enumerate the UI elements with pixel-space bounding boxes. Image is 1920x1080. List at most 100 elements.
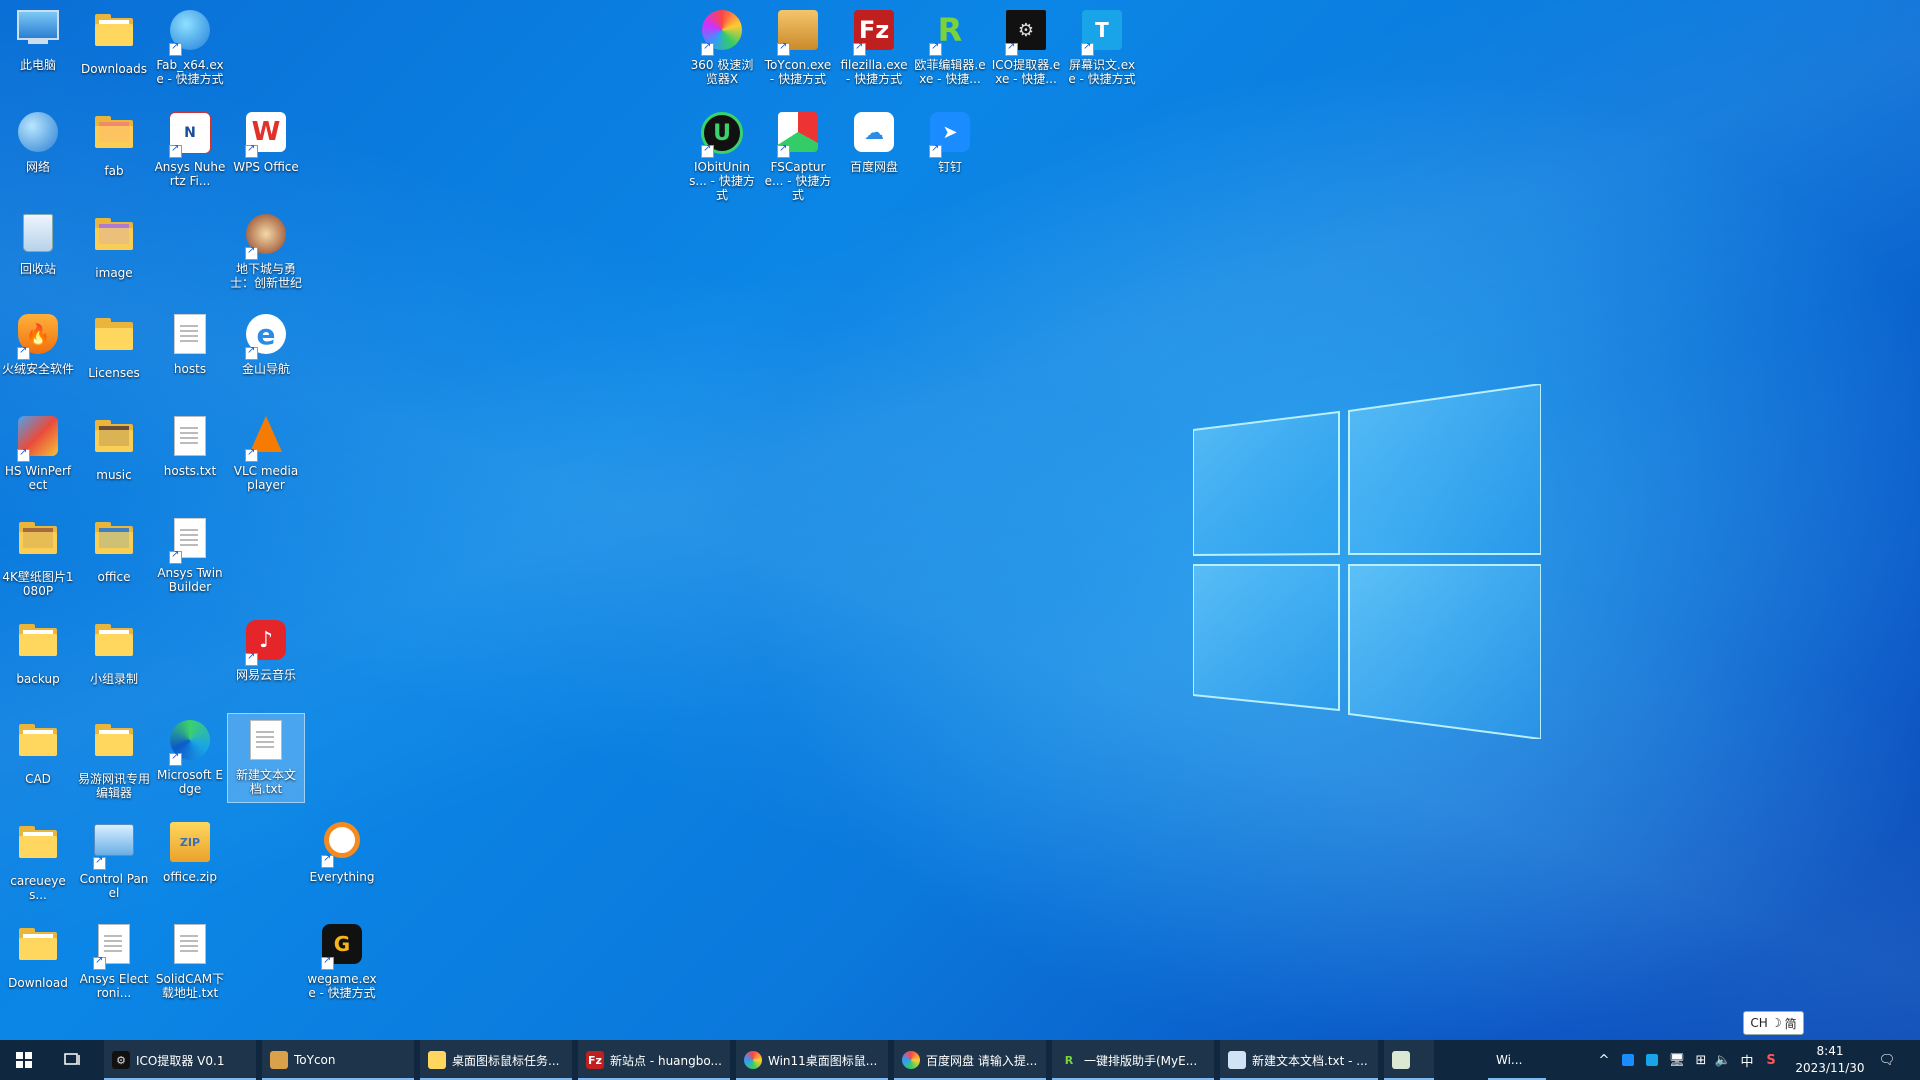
desktop-icon-download[interactable]: Download [0, 918, 76, 1016]
desktop-icon-this-pc[interactable]: 此电脑 [0, 4, 76, 102]
winperfect-icon [15, 416, 61, 462]
shortcut-arrow-icon [929, 41, 942, 56]
dingtalk-icon: ➤ [927, 112, 973, 158]
tray-ocr[interactable] [1642, 1040, 1662, 1080]
desktop-icon-jinshan[interactable]: e 金山导航 [228, 308, 304, 406]
desktop-icon-fab[interactable]: fab [76, 106, 152, 204]
tray-network[interactable]: 🖥 [1666, 1040, 1688, 1080]
desktop-icon-office-zip[interactable]: ZIP office.zip [152, 816, 228, 914]
desktop-icon-new-txt[interactable]: 新建文本文档.txt [227, 713, 305, 803]
shortcut-arrow-icon [17, 447, 30, 462]
folder-icon [91, 420, 137, 466]
tray-volume[interactable]: 🔈 [1712, 1040, 1734, 1080]
tray-ime[interactable]: 中 [1736, 1040, 1758, 1080]
shortcut-arrow-icon [777, 143, 790, 158]
tray-dingtalk[interactable] [1618, 1040, 1638, 1080]
desktop-icon-fab-exe[interactable]: Fab_x64.exe - 快捷方式 [152, 4, 228, 102]
desktop-icon-hs-winperfect[interactable]: HS WinPerfect [0, 410, 76, 508]
shortcut-arrow-icon [929, 143, 942, 158]
desktop-icon-edge[interactable]: Microsoft Edge [152, 714, 228, 812]
taskbar-app-explorer[interactable]: 桌面图标鼠标任务... [420, 1040, 572, 1080]
shortcut-arrow-icon [245, 143, 258, 158]
desktop-icon-image[interactable]: image [76, 208, 152, 306]
desktop-icon-yiyou[interactable]: 易游网讯专用编辑器 [76, 714, 152, 812]
folder-icon [15, 724, 61, 770]
ime-language: CH [1750, 1016, 1768, 1030]
desktop-icon-licenses[interactable]: Licenses [76, 308, 152, 406]
toycon-box-icon [775, 10, 821, 56]
desktop-icon-baidu[interactable]: ☁ 百度网盘 [836, 106, 912, 204]
taskbar-app-wi[interactable]: Wi... [1488, 1040, 1546, 1080]
speaker-icon: 🔈 [1714, 1052, 1732, 1068]
dingtalk-tray-icon [1622, 1054, 1634, 1066]
desktop-icon-wegame[interactable]: G wegame.exe - 快捷方式 [304, 918, 380, 1016]
ime-status-bar[interactable]: CH ☽ 简 [1743, 1011, 1804, 1035]
desktop-icon-music[interactable]: music [76, 410, 152, 508]
desktop-icon-vlc[interactable]: VLC media player [228, 410, 304, 508]
desktop-icon-recycle-bin[interactable]: 回收站 [0, 208, 76, 306]
desktop-icon-netease-music[interactable]: ♪ 网易云音乐 [228, 614, 304, 712]
desktop-icon-network[interactable]: 网络 [0, 106, 76, 204]
task-view-button[interactable] [48, 1040, 96, 1080]
desktop-icon-hosts[interactable]: hosts [152, 308, 228, 406]
taskbar-app-notepad[interactable]: 新建文本文档.txt - ... [1220, 1040, 1378, 1080]
folder-icon [91, 218, 137, 264]
desktop-icon-hosts-txt[interactable]: hosts.txt [152, 410, 228, 508]
tray-security[interactable]: ⊞ [1690, 1040, 1712, 1080]
shortcut-arrow-icon [93, 855, 106, 870]
desktop-icon-filezilla[interactable]: Fz filezilla.exe - 快捷方式 [836, 4, 912, 102]
screen-ocr-tray-icon [1646, 1054, 1658, 1066]
everything-search-icon [319, 822, 365, 868]
desktop-icon-fscapture[interactable]: FSCapture... - 快捷方式 [760, 106, 836, 204]
desktop-icon-4k-wallpaper[interactable]: 4K壁纸图片1080P [0, 512, 76, 610]
desktop-icon-downloads[interactable]: Downloads [76, 4, 152, 102]
desktop-icon-ocr[interactable]: T 屏幕识文.exe - 快捷方式 [1064, 4, 1140, 102]
desktop-icon-control-panel[interactable]: Control Panel [76, 816, 152, 914]
filezilla-icon: Fz [851, 10, 897, 56]
shortcut-arrow-icon [169, 751, 182, 766]
desktop-icon-huorong[interactable]: 🔥 火绒安全软件 [0, 308, 76, 406]
desktop-icon-oufei[interactable]: R 欧菲编辑器.exe - 快捷... [912, 4, 988, 102]
desktop-icon-360-browser[interactable]: 360 极速浏览器X [684, 4, 760, 102]
desktop-icon-xiaozu[interactable]: 小组录制 [76, 614, 152, 712]
tray-sogou[interactable]: S [1760, 1040, 1782, 1080]
taskbar-app-baidu-browser[interactable]: 百度网盘 请输入提... [894, 1040, 1046, 1080]
shortcut-arrow-icon [93, 955, 106, 970]
desktop-icon-cad[interactable]: CAD [0, 714, 76, 812]
desktop-icon-office[interactable]: office [76, 512, 152, 610]
taskbar-app-toycon[interactable]: ToYcon [262, 1040, 414, 1080]
start-button[interactable] [0, 1040, 48, 1080]
desktop-icon-careueyes[interactable]: careueyes... [0, 816, 76, 914]
vlc-cone-icon [243, 416, 289, 462]
desktop-icon-ansys-twin[interactable]: Ansys Twin Builder [152, 512, 228, 610]
taskbar-app-360-browser[interactable]: Win11桌面图标鼠... [736, 1040, 888, 1080]
desktop-icon-backup[interactable]: backup [0, 614, 76, 712]
file-icon [167, 314, 213, 360]
desktop-icon-everything[interactable]: Everything [304, 816, 380, 914]
folder-icon [428, 1051, 446, 1069]
desktop-icon-ansys-nuhertz[interactable]: N Ansys Nuhertz Fi... [152, 106, 228, 204]
taskbar-app-filezilla[interactable]: Fz 新站点 - huangbo... [578, 1040, 730, 1080]
desktop-icon-wps[interactable]: W WPS Office [228, 106, 304, 204]
desktop-icon-ico-extract[interactable]: ⚙ ICO提取器.exe - 快捷... [988, 4, 1064, 102]
shortcut-arrow-icon [701, 143, 714, 158]
desktop-icon-dungeon[interactable]: 地下城与勇士：创新世纪 [228, 208, 304, 306]
taskbar-app-myeditor[interactable]: R 一键排版助手(MyE... [1052, 1040, 1214, 1080]
desktop-icon-toycon[interactable]: ToYcon.exe - 快捷方式 [760, 4, 836, 102]
desktop-icon-iobit[interactable]: U IObitUnins... - 快捷方式 [684, 106, 760, 204]
system-clock[interactable]: 8:41 2023/11/30 [1788, 1043, 1872, 1077]
task-view-icon [64, 1053, 80, 1065]
folder-icon [15, 522, 61, 568]
image-viewer-icon [1392, 1051, 1410, 1069]
taskbar-app-image-viewer[interactable] [1384, 1040, 1434, 1080]
myeditor-icon: R [1064, 1053, 1074, 1067]
oufei-editor-icon: R [927, 10, 973, 56]
action-center-button[interactable]: 🗨 [1876, 1040, 1898, 1080]
desktop-icon-dingding[interactable]: ➤ 钉钉 [912, 106, 988, 204]
folder-icon [91, 318, 137, 364]
tray-overflow-button[interactable]: ^ [1594, 1040, 1614, 1080]
desktop-icon-solidcam[interactable]: SolidCAM下载地址.txt [152, 918, 228, 1016]
desktop-icon-ansys-electronic[interactable]: Ansys Electroni... [76, 918, 152, 1016]
taskbar-app-ico-extractor[interactable]: ⚙ ICO提取器 V0.1 [104, 1040, 256, 1080]
folder-icon [15, 928, 61, 974]
